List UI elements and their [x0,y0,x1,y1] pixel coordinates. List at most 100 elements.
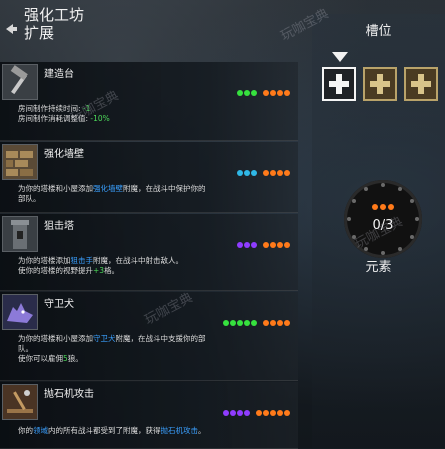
description-text: 。 [198,426,206,435]
workshop-subtitle: 扩展 [24,24,55,42]
plus-icon [370,74,390,94]
cost-dot [244,410,250,416]
description-text: 附魔，在战斗中保护你的 [123,184,206,193]
cost-dots [237,242,290,248]
cost-dot [244,242,250,248]
description-text: 强化墙壁 [93,184,123,193]
cost-dots [237,90,290,96]
cost-dot [223,410,229,416]
description-text: 抛石机攻击 [160,426,199,435]
cost-dot-group [263,242,290,248]
description-line: 房间制作消耗调整值: -10% [18,114,284,124]
description-text: 狼。 [67,354,83,363]
cost-dot-group [263,90,290,96]
upgrade-card-catapult-attack[interactable]: 抛石机攻击 你的领域内的所有战斗都受到了附魔，获得抛石机攻击。 [0,382,298,449]
upgrade-description: 为你的塔楼和小屋添加守卫犬附魔，在战斗中支援你的部 队。 使你可以雇佣5狼。 [18,334,284,364]
cost-dot-group [256,410,290,416]
description-line: 为你的塔楼和小屋添加守卫犬附魔，在战斗中支援你的部 [18,334,284,344]
cost-dot [237,410,243,416]
cost-dot [277,90,283,96]
cost-dot [270,170,276,176]
tower-icon [2,216,38,252]
upgrade-card-builder[interactable]: 建造台 房间制作持续时间: -1 房间制作消耗调整值: -10% [0,62,298,141]
cost-dots [223,320,290,326]
cost-dot [237,170,243,176]
cost-dot [263,170,269,176]
cost-dot [244,170,250,176]
cost-dot [237,242,243,248]
upgrade-name: 狙击塔 [44,221,74,232]
cost-dot [230,410,236,416]
cost-dot-group [237,90,257,96]
upgrade-description: 你的领域内的所有战斗都受到了附魔，获得抛石机攻击。 [18,426,284,436]
cost-dot [284,90,290,96]
description-line: 部队。 [18,194,284,204]
description-line: 队。 [18,344,284,354]
cost-dot [263,320,269,326]
cost-dot [270,90,276,96]
cost-dot [263,242,269,248]
upgrade-card-reinforced-walls[interactable]: 强化墙壁 为你的塔楼和小屋添加强化墙壁附魔，在战斗中保护你的 部队。 [0,142,298,213]
upgrade-description: 为你的塔楼和小屋添加强化墙壁附魔，在战斗中保护你的部队。 [18,184,284,204]
upgrade-list: 建造台 房间制作持续时间: -1 房间制作消耗调整值: -10% 强化墙壁 为你的… [0,62,300,449]
hammer-icon [2,64,38,100]
selected-indicator-icon [332,52,348,62]
cost-dot [244,90,250,96]
cost-dot [251,320,257,326]
cost-dot [284,410,290,416]
cost-dot [251,242,257,248]
description-text: 使你的塔楼的视野提升 [18,266,93,275]
cost-dot [277,242,283,248]
upgrade-name: 强化墙壁 [44,149,84,160]
description-text: 领域 [33,426,48,435]
slot-2[interactable] [363,67,397,101]
description-text: 为你的塔楼和小屋添加 [18,334,93,343]
description-text: 为你的塔楼和小屋添加 [18,184,93,193]
description-text: 使你可以雇佣 [18,354,63,363]
description-text: 队。 [18,344,33,353]
cost-dot [263,410,269,416]
description-text: 为你的塔楼添加 [18,256,71,265]
description-text: 守卫犬 [93,334,116,343]
cost-dot [223,320,229,326]
cost-dot [270,242,276,248]
cost-dot-group [223,320,257,326]
description-line: 为你的塔楼添加狙击手附魔，在战斗中射击敌人。 [18,256,284,266]
upgrade-description: 为你的塔楼添加狙击手附魔，在战斗中射击敌人。 使你的塔楼的视野提升+3格。 [18,256,284,276]
description-line: 你的领域内的所有战斗都受到了附魔，获得抛石机攻击。 [18,426,284,436]
workshop-header: 强化工坊 扩展 [4,2,134,42]
upgrade-name: 守卫犬 [44,299,74,310]
back-arrow-icon[interactable] [4,22,18,36]
cost-dot-group [237,242,257,248]
wolf-icon [2,294,38,330]
description-line: 房间制作持续时间: -1 [18,104,284,114]
description-text: 狙击手 [70,256,94,265]
cost-dot-group [263,320,290,326]
description-text: 你的 [18,426,33,435]
description-text: 内的所有战斗都受到了附魔，获得 [48,426,161,435]
description-line: 使你的塔楼的视野提升+3格。 [18,266,284,276]
cost-dot-group [237,170,257,176]
slot-1[interactable] [322,67,356,101]
cost-dot [263,90,269,96]
description-line: 使你可以雇佣5狼。 [18,354,284,364]
upgrade-description: 房间制作持续时间: -1 房间制作消耗调整值: -10% [18,104,284,124]
cost-dot [277,410,283,416]
upgrade-name: 建造台 [44,69,74,80]
description-text: +3 [93,266,105,275]
cost-dot [237,320,243,326]
cost-dot [230,320,236,326]
cost-dot [244,320,250,326]
description-text: 附魔，在战斗中支援你的部 [115,334,206,343]
upgrade-card-sniper-tower[interactable]: 狙击塔 为你的塔楼添加狙击手附魔，在战斗中射击敌人。 使你的塔楼的视野提升+3格。 [0,214,298,291]
plus-icon [411,74,431,94]
description-text: 部队。 [18,194,41,203]
cost-dot [270,320,276,326]
cost-dot [270,410,276,416]
cost-dot [284,242,290,248]
wall-icon [2,144,38,180]
cost-dot [284,170,290,176]
slot-3[interactable] [404,67,438,101]
description-text: 格。 [104,266,120,275]
cost-dot [277,170,283,176]
